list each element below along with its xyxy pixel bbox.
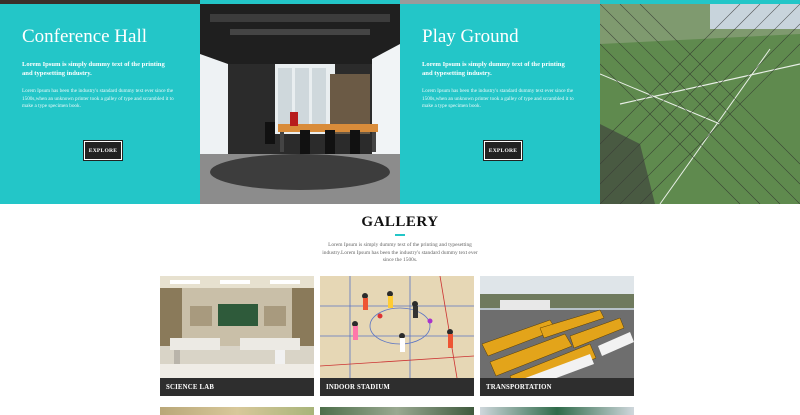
facility-card-play-ground: Play Ground Lorem Ipsum is simply dummy … [400,4,600,204]
gallery-title: GALLERY [361,214,439,230]
facility-card-conference-hall: Conference Hall Lorem Ipsum is simply du… [0,4,200,204]
gallery-item-indoor-stadium[interactable]: INDOOR STADIUM [320,276,474,396]
gallery-description: Lorem Ipsum is simply dummy text of the … [322,242,478,263]
playground-photo [600,4,800,204]
facilities-section: Conference Hall Lorem Ipsum is simply du… [0,4,800,204]
conference-hall-photo [200,4,400,204]
facility-description: Lorem Ipsum has been the industry's stan… [422,88,574,110]
facility-lead: Lorem Ipsum is simply dummy text of the … [22,61,165,77]
gallery-item-partial[interactable] [480,407,634,415]
gallery-item-partial[interactable] [320,407,474,415]
facility-description: Lorem Ipsum has been the industry's stan… [22,88,174,110]
gallery-item-transportation[interactable]: TRANSPORTATION [480,276,634,396]
gallery-caption: SCIENCE LAB [160,378,314,396]
gallery-item-partial[interactable] [160,407,314,415]
explore-button[interactable]: EXPLORE [83,140,123,161]
gallery-item-science-lab[interactable]: SCIENCE LAB [160,276,314,396]
facility-title: Conference Hall [22,26,148,47]
gallery-caption: TRANSPORTATION [480,378,634,396]
explore-button[interactable]: EXPLORE [483,140,523,161]
facility-title: Play Ground [422,26,519,47]
gallery-caption: INDOOR STADIUM [320,378,474,396]
facility-lead: Lorem Ipsum is simply dummy text of the … [422,61,565,77]
gallery-title-underline [395,234,405,236]
